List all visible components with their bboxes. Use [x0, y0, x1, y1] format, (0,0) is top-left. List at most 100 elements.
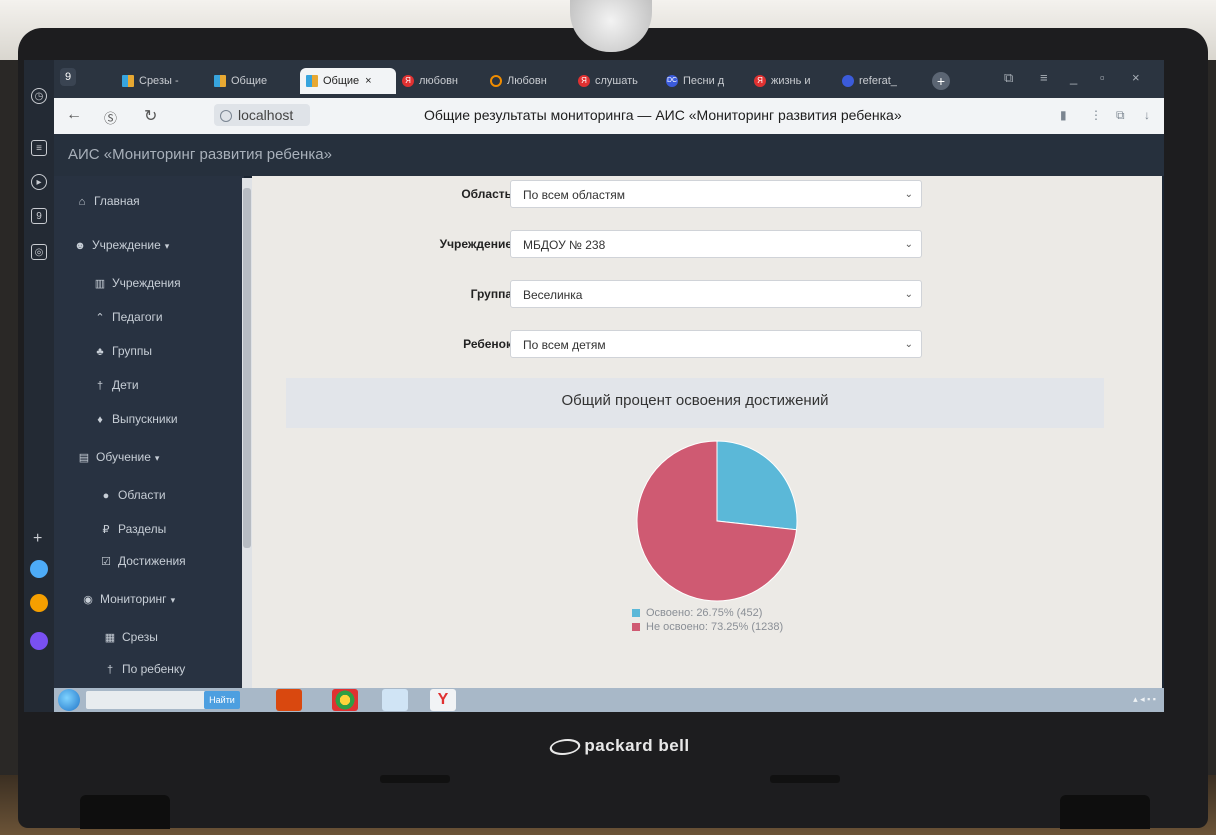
filter-group-select[interactable]: Веселинка ⌄ — [510, 280, 922, 308]
tab-count-icon[interactable]: 9 — [60, 68, 76, 86]
reload-button[interactable]: ↻ — [144, 106, 157, 126]
packard-bell-logo-icon — [547, 738, 584, 755]
filter-institution-row: Учреждение МБДОУ № 238 ⌄ — [252, 230, 1162, 260]
tab-6[interactable]: DC Песни д — [660, 68, 746, 94]
more-icon[interactable]: ⋮ — [1090, 108, 1102, 122]
yandex-browser-icon[interactable]: Y — [430, 689, 456, 711]
tab-7[interactable]: Яжизнь и — [748, 68, 834, 94]
pie-chart — [636, 440, 798, 602]
tab-4[interactable]: Любовн — [484, 68, 570, 94]
sidebar-item-areas[interactable]: ● Области — [100, 488, 166, 502]
sidebar-item-monitoring-group[interactable]: ◉ Мониторинг ▾ — [82, 592, 175, 606]
sitemap-icon: ♣ — [96, 346, 104, 358]
laptop-foot-left — [80, 795, 170, 829]
alice-icon[interactable] — [30, 632, 48, 650]
tab-3[interactable]: Ялюбовн — [396, 68, 482, 94]
hinge-left — [380, 775, 450, 783]
device-brand: packard bell — [540, 736, 700, 756]
sidebar-item-children[interactable]: † Дети — [94, 378, 139, 392]
tab-1[interactable]: Общие — [208, 68, 294, 94]
sidebar-item-institutions[interactable]: ▥ Учреждения — [94, 276, 181, 290]
yandex-home-icon[interactable]: Ⓢ — [104, 108, 117, 127]
taskbar-search-input[interactable] — [86, 691, 206, 709]
taskbar-search-button[interactable]: Найти — [204, 691, 240, 709]
laptop-foot-right — [1060, 795, 1150, 829]
system-tray-icon[interactable]: ▴ ◂ ▪ ▪ — [1133, 694, 1156, 705]
sidebar-item-slices[interactable]: ▦ Срезы — [104, 630, 158, 644]
yandex-favicon-icon: Я — [578, 75, 590, 88]
notes-icon[interactable]: ≡ — [31, 140, 47, 156]
sidebar-item-learning-group[interactable]: ▤ Обучение ▾ — [78, 450, 160, 464]
users-icon: ☻ — [74, 240, 86, 252]
restore-icon[interactable]: ▫ — [1100, 70, 1105, 85]
chevron-down-icon: ⌄ — [904, 189, 913, 200]
sidebar-item-groups[interactable]: ♣ Группы — [94, 344, 152, 358]
filter-area-select[interactable]: По всем областям ⌄ — [510, 180, 922, 208]
back-button[interactable]: ← — [66, 106, 82, 124]
tab-2-active[interactable]: Общие × — [300, 68, 396, 94]
play-icon[interactable]: ▸ — [31, 174, 47, 190]
sidebar-item-achievements[interactable]: ☑ Достижения — [100, 554, 186, 568]
bookmark-icon[interactable]: ▮ — [1060, 108, 1067, 122]
legend-item-mastered[interactable]: Освоено: 26.75% (452) — [632, 606, 802, 620]
eye-icon: ◉ — [83, 594, 93, 606]
filter-institution-label: Учреждение — [439, 237, 512, 251]
sidebar-item-home[interactable]: ⌂ Главная — [76, 194, 140, 208]
sidebar-scrollbar[interactable] — [242, 178, 252, 712]
tab-5[interactable]: Яслушать — [572, 68, 658, 94]
site-info-icon[interactable] — [220, 110, 232, 123]
office-app-icon[interactable] — [276, 689, 302, 711]
tab-8[interactable]: referat_ — [836, 68, 922, 94]
add-icon[interactable]: + — [33, 530, 42, 548]
minimize-icon[interactable]: _ — [1070, 70, 1077, 85]
sidebar-item-sections[interactable]: ₽ Разделы — [100, 522, 167, 536]
child-icon: † — [96, 380, 104, 392]
check-square-icon: ☑ — [101, 556, 111, 568]
filter-institution-select[interactable]: МБДОУ № 238 ⌄ — [510, 230, 922, 258]
chart-title: Общий процент освоения достижений — [561, 392, 829, 409]
filter-child-select[interactable]: По всем детям ⌄ — [510, 330, 922, 358]
app-navbar: АИС «Мониторинг развития ребенка» — [54, 134, 1164, 176]
pie-slice-mastered[interactable] — [716, 440, 798, 531]
sidebar-item-graduates[interactable]: ♦ Выпускники — [94, 412, 177, 426]
history-icon[interactable]: ◷ — [31, 88, 47, 104]
yandex-mail-icon[interactable] — [30, 560, 48, 578]
address-bar: ← Ⓢ ↻ localhost Общие результаты монитор… — [54, 98, 1164, 134]
doc-favicon-icon — [842, 75, 854, 88]
url-field[interactable]: localhost — [214, 104, 310, 126]
graduation-cap-icon: ⌃ — [95, 312, 105, 324]
screenshot-icon[interactable]: ◎ — [31, 244, 47, 260]
new-tab-button[interactable]: + — [932, 72, 950, 90]
sidebar-item-institution-group[interactable]: ☻ Учреждение ▾ — [74, 238, 169, 252]
legend-item-not-mastered[interactable]: Не освоено: 73.25% (1238) — [632, 620, 802, 634]
start-button[interactable] — [58, 689, 80, 711]
sidebar-item-by-child[interactable]: † По ребенку — [104, 662, 185, 676]
downloads-icon[interactable]: ↓ — [1144, 108, 1150, 122]
bank-icon: ▥ — [94, 278, 106, 290]
filter-child-row: Ребенок По всем детям ⌄ — [252, 330, 1162, 360]
browser-side-rail: ◷ ≡ ▸ 9 ◎ + — [24, 60, 54, 712]
scrollbar-thumb[interactable] — [243, 188, 251, 548]
sidebar: ⌂ Главная ☻ Учреждение ▾ ▥ Учреждения ⌃ Педаг… — [54, 176, 244, 712]
app-title[interactable]: АИС «Мониторинг развития ребенка» — [68, 146, 332, 163]
yandex-favicon-icon: Я — [754, 75, 766, 88]
caret-down-icon: ▾ — [170, 595, 176, 605]
close-tab-icon[interactable]: × — [365, 75, 371, 87]
filter-group-row: Группа Веселинка ⌄ — [252, 280, 1162, 310]
grid-favicon-icon — [214, 75, 226, 88]
close-window-icon[interactable]: × — [1132, 70, 1140, 85]
page-title: Общие результаты мониторинга — АИС «Мони… — [424, 107, 902, 123]
sidebar-item-teachers[interactable]: ⌃ Педагоги — [94, 310, 162, 324]
menu-icon[interactable]: ≡ — [1040, 70, 1048, 85]
reader-icon[interactable]: ⧉ — [1116, 108, 1125, 123]
tabs-menu-icon[interactable]: ⧉ — [1004, 70, 1013, 86]
chrome-icon[interactable] — [332, 689, 358, 711]
explorer-icon[interactable] — [382, 689, 408, 711]
counter-icon[interactable]: 9 — [31, 208, 47, 224]
tab-0[interactable]: Срезы - — [116, 68, 202, 94]
zen-icon[interactable] — [30, 594, 48, 612]
legend-swatch-not-mastered — [632, 623, 640, 632]
site-favicon-icon: DC — [666, 75, 678, 88]
windows-taskbar: Найти Y ▴ ◂ ▪ ▪ — [54, 688, 1164, 712]
book-icon: ▤ — [78, 452, 90, 464]
